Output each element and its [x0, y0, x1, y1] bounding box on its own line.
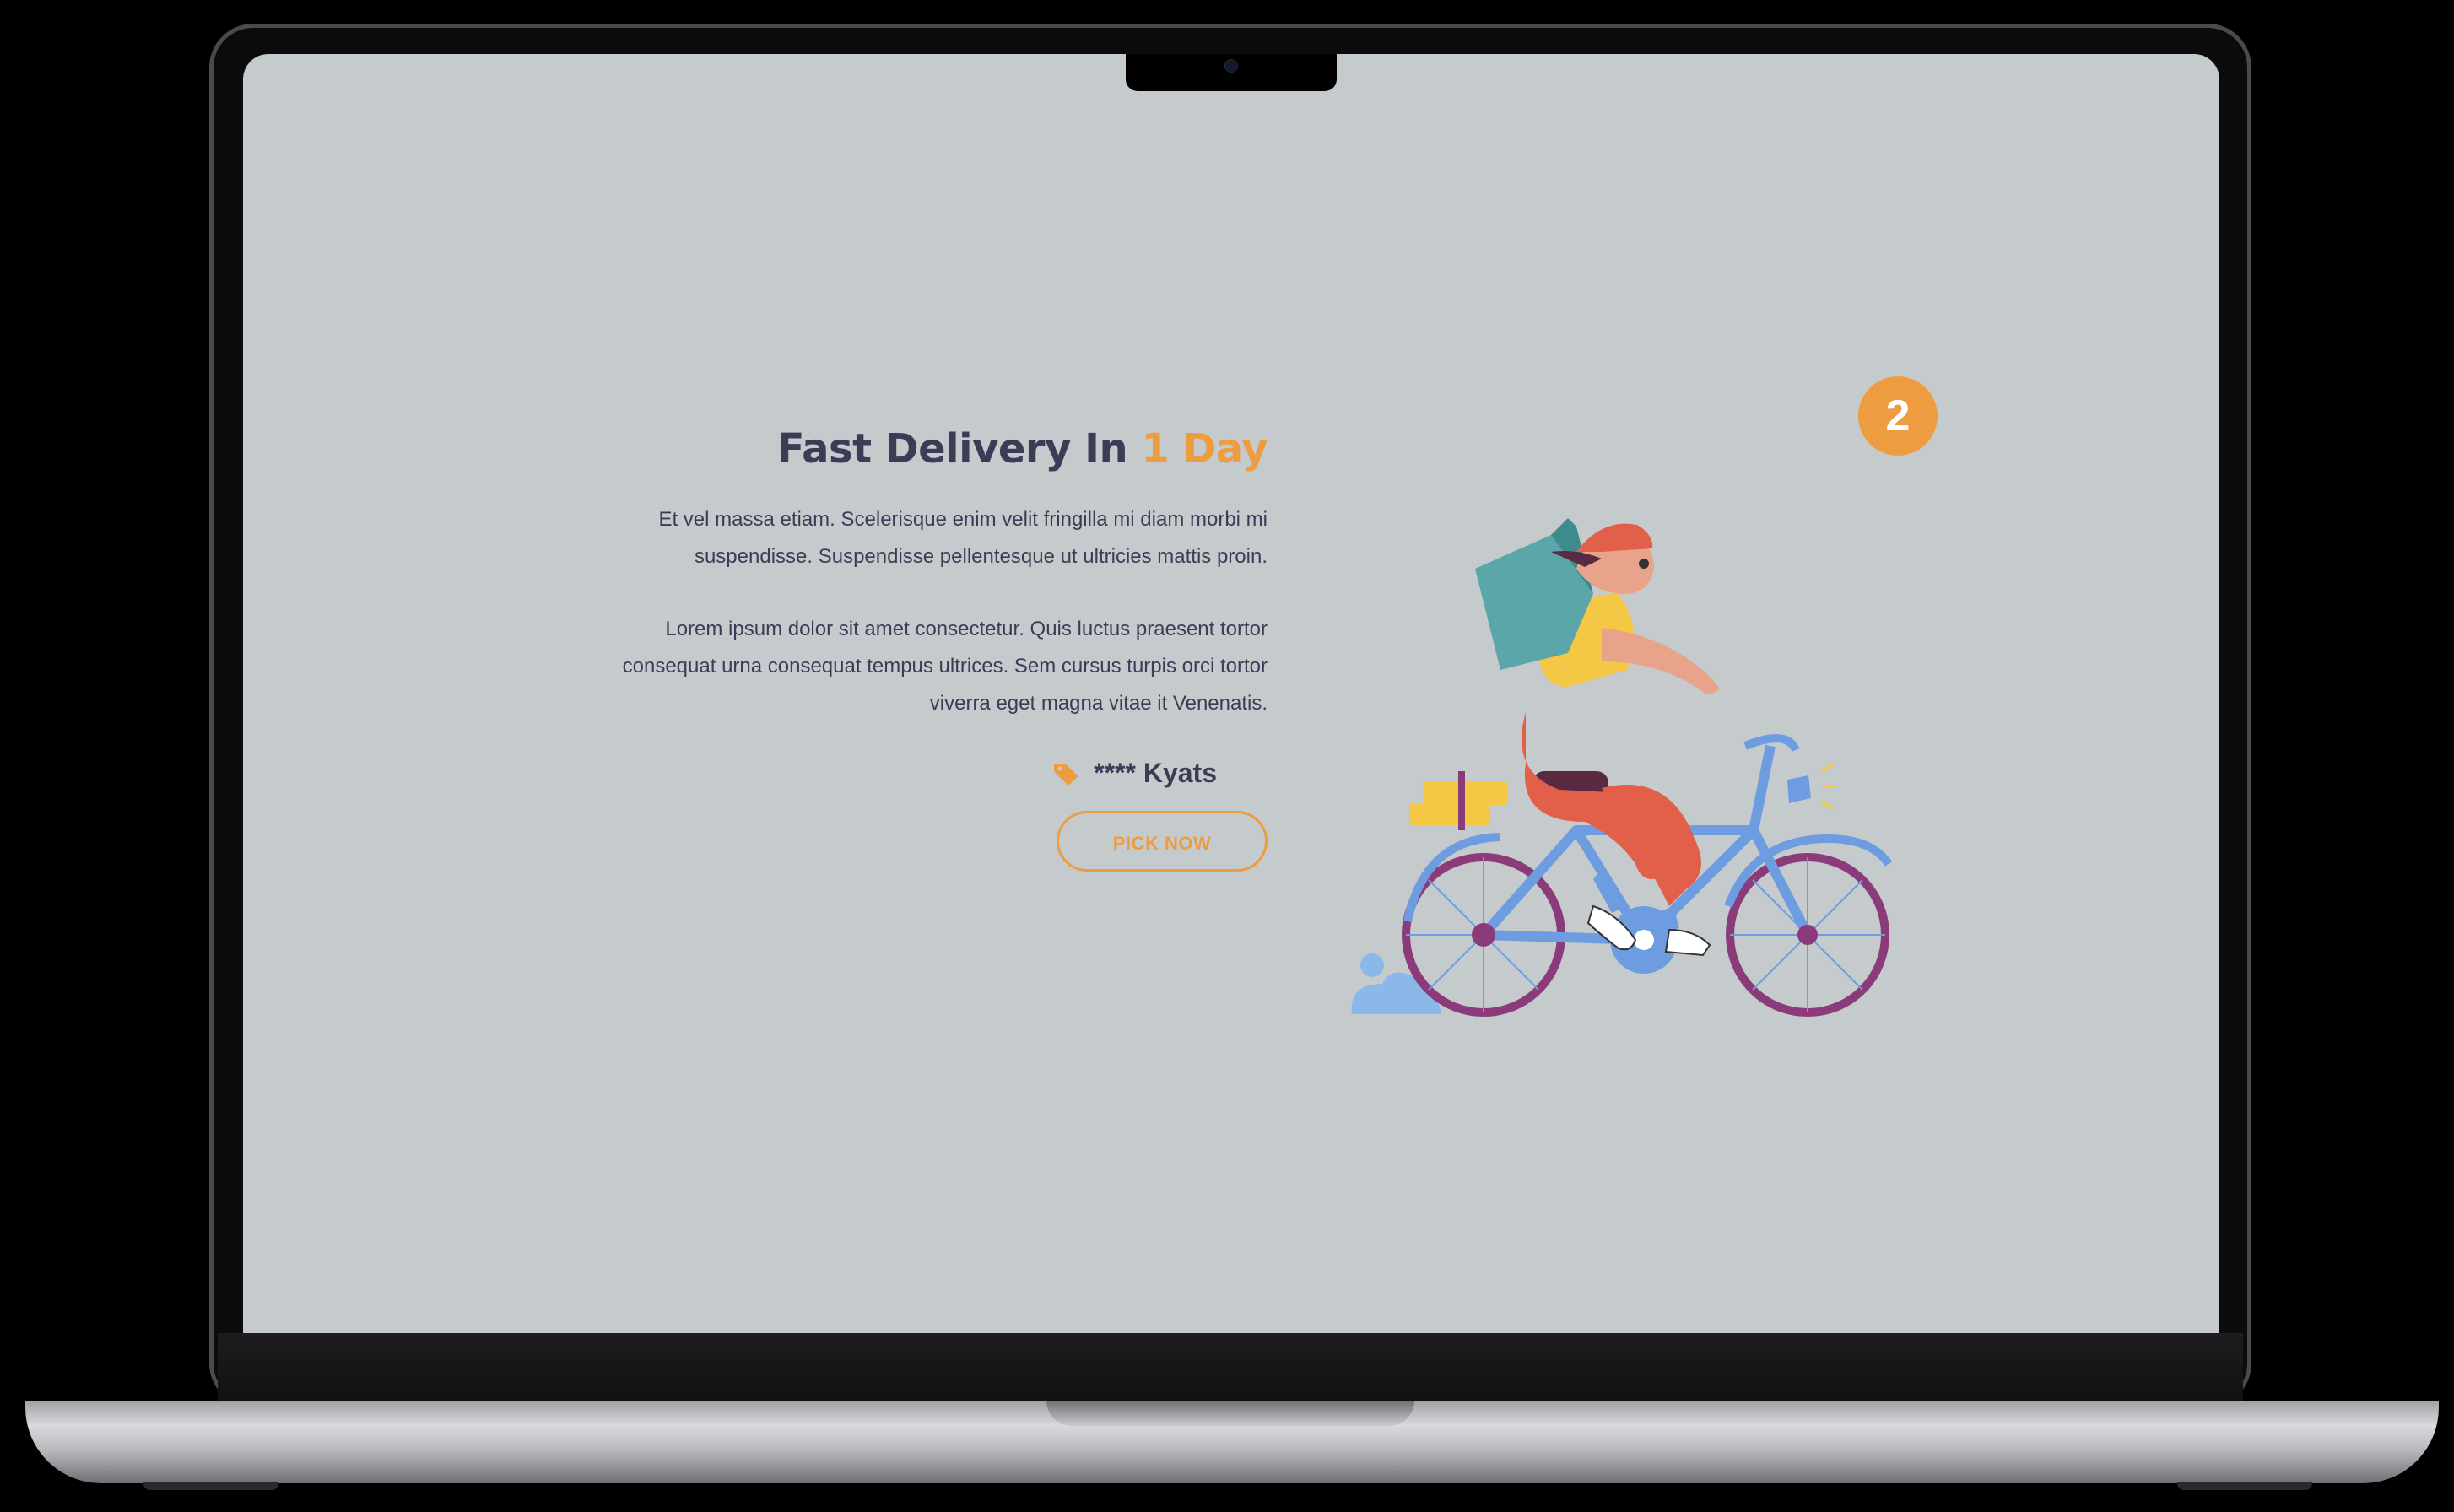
pick-now-button[interactable]: PICK NOW [1057, 811, 1268, 872]
title-highlight: 1 Day [1141, 425, 1268, 472]
title-prefix: Fast Delivery In [776, 425, 1142, 472]
delivery-cyclist-illustration [1351, 518, 1893, 1017]
description-paragraph-1: Et vel massa etiam. Scelerisque enim vel… [658, 508, 1268, 568]
laptop-screen: Fast Delivery In 1 Day Et vel massa etia… [243, 54, 2219, 1333]
tag-icon [1053, 761, 1078, 786]
hero-section: Fast Delivery In 1 Day Et vel massa etia… [243, 54, 2219, 1333]
step-number-badge: 2 [1858, 376, 1938, 456]
laptop-base-notch [1046, 1401, 1414, 1426]
rider-icon [1475, 518, 1720, 957]
description-paragraph-2: Lorem ipsum dolor sit amet consectetur. … [622, 618, 1268, 715]
hero-text-column: Fast Delivery In 1 Day Et vel massa etia… [597, 425, 1268, 872]
price-text: **** Kyats [1094, 758, 1217, 788]
laptop-chin [218, 1333, 2243, 1401]
page-title: Fast Delivery In 1 Day [597, 425, 1268, 472]
laptop-foot-right [2177, 1482, 2312, 1490]
price-row: **** Kyats [597, 758, 1217, 789]
package-boxes-icon [1409, 771, 1507, 830]
laptop-foot-left [143, 1482, 278, 1490]
